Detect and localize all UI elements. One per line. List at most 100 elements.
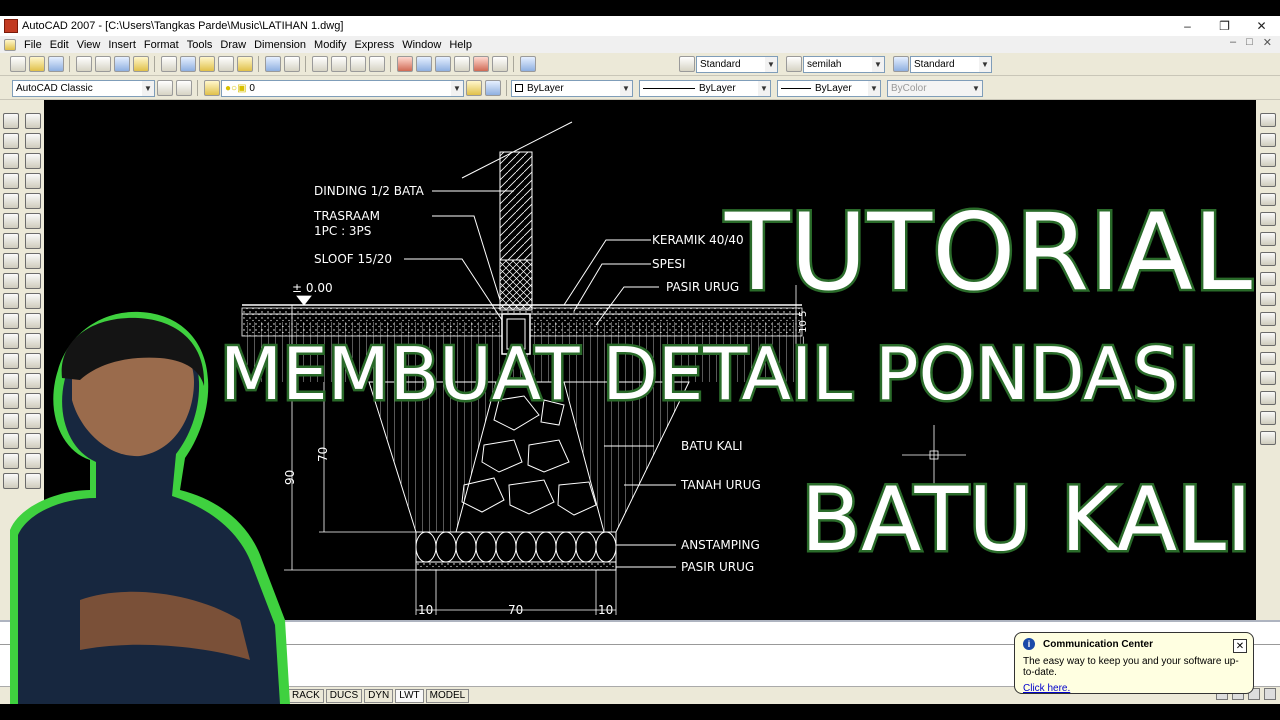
document-icon[interactable]: [4, 38, 16, 51]
linetype-select[interactable]: ByLayer ▼: [639, 79, 771, 97]
rotate-icon[interactable]: [1260, 232, 1276, 247]
balloon-link[interactable]: Click here.: [1023, 683, 1245, 694]
open-icon[interactable]: [28, 56, 45, 72]
menu-edit[interactable]: Edit: [46, 39, 73, 51]
table-style-icon[interactable]: [892, 56, 909, 72]
cut-icon[interactable]: [160, 56, 177, 72]
save-workspace-icon[interactable]: [175, 80, 192, 96]
menu-file[interactable]: File: [20, 39, 46, 51]
stretch-icon[interactable]: [1260, 272, 1276, 286]
publish-icon[interactable]: [113, 56, 130, 72]
scale-icon[interactable]: [1260, 252, 1276, 266]
color-select[interactable]: ByLayer ▼: [511, 79, 633, 97]
dimension-angular-icon[interactable]: [3, 253, 19, 269]
redo-icon[interactable]: [283, 56, 300, 72]
zoom-previous-icon[interactable]: [368, 56, 385, 72]
status-dyn[interactable]: DYN: [364, 688, 394, 703]
properties-icon[interactable]: [396, 56, 413, 72]
menu-window[interactable]: Window: [398, 39, 445, 51]
calculator-icon[interactable]: [491, 56, 508, 72]
revcloud-icon[interactable]: [25, 253, 41, 269]
menu-modify[interactable]: Modify: [310, 39, 350, 51]
doc-minimize-button[interactable]: –: [1230, 36, 1236, 49]
menu-format[interactable]: Format: [140, 39, 183, 51]
explode-icon[interactable]: [1260, 431, 1276, 445]
balloon-close-button[interactable]: ✕: [1233, 639, 1247, 653]
clean-screen-icon[interactable]: [1264, 688, 1276, 700]
design-center-icon[interactable]: [415, 56, 432, 72]
text-style-select[interactable]: Standard ▼: [696, 55, 778, 73]
print-icon[interactable]: [75, 56, 92, 72]
status-lwt[interactable]: LWT: [395, 688, 424, 703]
trim-icon[interactable]: [1260, 291, 1276, 306]
move-icon[interactable]: [1260, 212, 1276, 227]
break-at-point-icon[interactable]: [1260, 331, 1276, 346]
mirror-icon[interactable]: [1260, 152, 1276, 167]
doc-close-button[interactable]: ✕: [1263, 36, 1272, 49]
fillet-icon[interactable]: [1260, 411, 1276, 425]
menu-dimension[interactable]: Dimension: [250, 39, 310, 51]
new-icon[interactable]: [9, 56, 26, 72]
3d-dwf-icon[interactable]: [132, 56, 149, 72]
doc-restore-button[interactable]: □: [1246, 36, 1253, 49]
offset-icon[interactable]: [1260, 172, 1276, 187]
layer-select[interactable]: ●○▣ 0 ▼: [221, 79, 464, 97]
layer-manager-icon[interactable]: [203, 80, 220, 96]
markup-icon[interactable]: [472, 56, 489, 72]
dimension-ordinate-icon[interactable]: [3, 173, 19, 189]
menu-express[interactable]: Express: [350, 39, 398, 51]
workspace-settings-icon[interactable]: [156, 80, 173, 96]
text-style-icon[interactable]: [678, 56, 695, 72]
dimension-arc-icon[interactable]: [3, 153, 19, 169]
pan-icon[interactable]: [311, 56, 328, 72]
break-icon[interactable]: [1260, 351, 1276, 366]
sheet-set-icon[interactable]: [453, 56, 470, 72]
polygon-icon[interactable]: [25, 173, 41, 189]
menu-insert[interactable]: Insert: [104, 39, 140, 51]
rectangle-icon[interactable]: [25, 193, 41, 209]
join-icon[interactable]: [1260, 371, 1276, 386]
circle-icon[interactable]: [25, 233, 41, 249]
dimension-jogged-icon[interactable]: [3, 213, 19, 229]
copy-icon[interactable]: [179, 56, 196, 72]
extend-icon[interactable]: [1260, 311, 1276, 326]
maximize-button[interactable]: ❐: [1206, 16, 1243, 36]
save-icon[interactable]: [47, 56, 64, 72]
menu-view[interactable]: View: [73, 39, 105, 51]
dimension-diameter-icon[interactable]: [3, 233, 19, 249]
table-style-select[interactable]: Standard ▼: [910, 55, 992, 73]
polyline-icon[interactable]: [25, 153, 41, 169]
array-icon[interactable]: [1260, 192, 1276, 207]
dimension-linear-icon[interactable]: [3, 113, 19, 129]
layer-previous-icon[interactable]: [484, 80, 501, 96]
chamfer-icon[interactable]: [1260, 391, 1276, 406]
dimension-aligned-icon[interactable]: [3, 133, 19, 149]
help-icon[interactable]: [519, 56, 536, 72]
menu-draw[interactable]: Draw: [216, 39, 250, 51]
menu-help[interactable]: Help: [445, 39, 476, 51]
tool-palettes-icon[interactable]: [434, 56, 451, 72]
dim-style-select[interactable]: semilah ▼: [803, 55, 885, 73]
erase-icon[interactable]: [1260, 113, 1276, 127]
menu-tools[interactable]: Tools: [183, 39, 217, 51]
zoom-realtime-icon[interactable]: [330, 56, 347, 72]
make-object-layer-current-icon[interactable]: [465, 80, 482, 96]
dimension-radius-icon[interactable]: [3, 193, 19, 209]
spline-icon[interactable]: [25, 273, 41, 289]
quick-dimension-icon[interactable]: [3, 273, 19, 289]
minimize-button[interactable]: –: [1169, 16, 1206, 36]
plot-preview-icon[interactable]: [94, 56, 111, 72]
status-ducs[interactable]: DUCS: [325, 688, 363, 703]
match-properties-icon[interactable]: [217, 56, 234, 72]
zoom-window-icon[interactable]: [349, 56, 366, 72]
close-button[interactable]: ✕: [1243, 16, 1280, 36]
lineweight-select[interactable]: ByLayer ▼: [777, 79, 881, 97]
workspace-select[interactable]: AutoCAD Classic ▼: [12, 79, 155, 97]
copy-object-icon[interactable]: [1260, 132, 1276, 147]
dim-style-icon[interactable]: [785, 56, 802, 72]
paste-icon[interactable]: [198, 56, 215, 72]
status-model[interactable]: MODEL: [425, 688, 470, 703]
line-icon[interactable]: [25, 113, 41, 129]
block-editor-icon[interactable]: [236, 56, 253, 72]
undo-icon[interactable]: [264, 56, 281, 72]
